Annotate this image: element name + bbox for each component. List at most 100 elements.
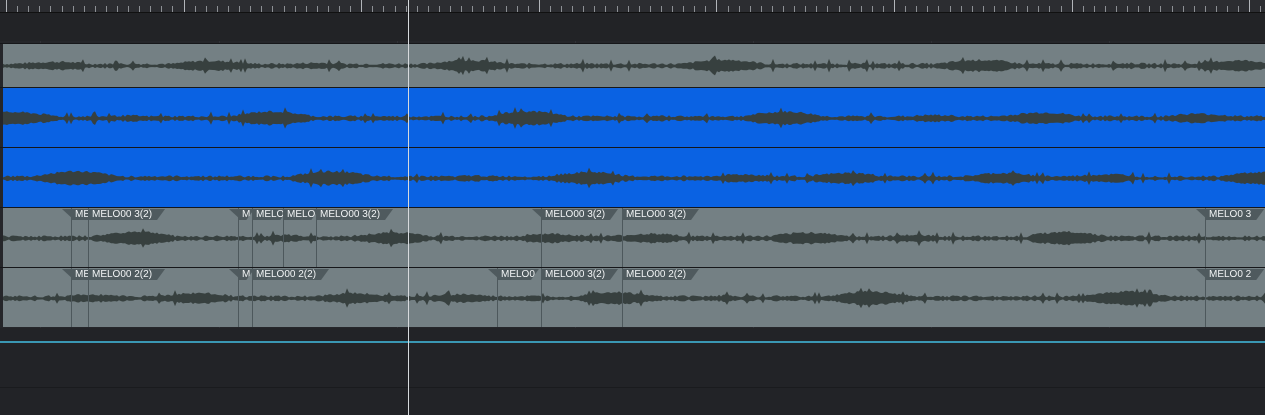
ruler-tick xyxy=(1005,6,1006,12)
ruler-tick xyxy=(761,6,762,12)
ruler-tick xyxy=(428,6,429,12)
ruler-tick xyxy=(450,6,451,12)
ruler-tick xyxy=(983,6,984,12)
ruler-tick xyxy=(84,6,85,12)
ruler-tick xyxy=(739,6,740,12)
ruler-tick xyxy=(172,6,173,12)
ruler-tick xyxy=(62,6,63,12)
ruler-tick xyxy=(317,6,318,12)
event-label[interactable]: MELO00 3(2) xyxy=(541,209,618,220)
ruler-tick xyxy=(239,6,240,12)
event-label[interactable]: MELO00 2(2) xyxy=(252,269,329,280)
ruler-tick xyxy=(1194,6,1195,12)
ruler-tick xyxy=(1149,6,1150,12)
ruler-tick xyxy=(628,6,629,12)
ruler-tick xyxy=(483,6,484,12)
automation-line[interactable] xyxy=(0,341,1265,343)
ruler-tick xyxy=(506,6,507,12)
ruler-tick xyxy=(17,6,18,12)
event-label[interactable]: MELO00 3(2) xyxy=(541,269,618,280)
ruler-tick xyxy=(1183,6,1184,12)
ruler-tick xyxy=(1260,6,1261,12)
waveform xyxy=(3,167,1265,189)
ruler-tick xyxy=(1061,6,1062,12)
ruler-tick xyxy=(417,6,418,12)
ruler-tick xyxy=(339,6,340,12)
ruler-tick xyxy=(272,6,273,12)
ruler-tick xyxy=(1249,0,1250,12)
ruler-tick xyxy=(750,6,751,12)
track-lane-1[interactable] xyxy=(0,43,1265,87)
ruler-tick xyxy=(217,6,218,12)
ruler-tick xyxy=(228,6,229,12)
marker-lane[interactable] xyxy=(0,13,1265,41)
ruler-tick xyxy=(839,6,840,12)
event-label[interactable]: MELO00 3(2) xyxy=(622,209,699,220)
ruler-tick xyxy=(528,6,529,12)
audio-event-selected[interactable] xyxy=(3,148,1265,207)
ruler-tick xyxy=(1027,6,1028,12)
ruler-tick xyxy=(816,6,817,12)
ruler-tick xyxy=(594,6,595,12)
track-lane-4[interactable]: ME MELO00 3(2) M MELO MELO MELO00 3(2) M… xyxy=(0,207,1265,267)
event-label[interactable]: MELO0 3 xyxy=(1205,209,1264,220)
ruler-tick xyxy=(1138,6,1139,12)
ruler-tick xyxy=(672,6,673,12)
ruler-tick xyxy=(894,0,895,12)
ruler-tick xyxy=(206,6,207,12)
ruler-tick xyxy=(783,6,784,12)
arrange-view[interactable]: ME MELO00 3(2) M MELO MELO MELO00 3(2) M… xyxy=(0,0,1265,415)
ruler-tick xyxy=(683,6,684,12)
ruler-tick xyxy=(950,6,951,12)
ruler-tick xyxy=(95,6,96,12)
ruler-tick xyxy=(1205,6,1206,12)
ruler-tick xyxy=(1160,6,1161,12)
ruler-tick xyxy=(961,6,962,12)
ruler-tick xyxy=(250,6,251,12)
ruler-tick xyxy=(139,6,140,12)
ruler-tick xyxy=(406,6,407,12)
ruler-tick xyxy=(1172,6,1173,12)
ruler-tick xyxy=(1227,6,1228,12)
track-lane-3[interactable] xyxy=(0,147,1265,207)
ruler-tick xyxy=(73,6,74,12)
ruler-tick xyxy=(605,6,606,12)
ruler-tick xyxy=(395,6,396,12)
ruler-tick xyxy=(694,6,695,12)
ruler-tick xyxy=(461,6,462,12)
ruler-tick xyxy=(861,6,862,12)
ruler-tick xyxy=(572,6,573,12)
ruler-tick xyxy=(1127,6,1128,12)
ruler-tick xyxy=(827,6,828,12)
event-label[interactable]: MELO00 3(2) xyxy=(88,209,165,220)
ruler-tick xyxy=(728,6,729,12)
waveform-shape xyxy=(3,287,1265,309)
ruler-tick xyxy=(261,6,262,12)
ruler-tick xyxy=(128,6,129,12)
ruler-tick xyxy=(927,6,928,12)
event-label[interactable]: MELO00 2(2) xyxy=(622,269,699,280)
track-lane-2[interactable] xyxy=(0,87,1265,147)
ruler-tick xyxy=(661,6,662,12)
ruler-tick xyxy=(994,6,995,12)
ruler-tick xyxy=(916,6,917,12)
ruler-tick xyxy=(39,6,40,12)
event-label[interactable]: MELO0 2 xyxy=(1205,269,1264,280)
audio-event[interactable] xyxy=(3,44,1265,87)
ruler-tick xyxy=(383,6,384,12)
ruler-tick xyxy=(161,6,162,12)
ruler-tick xyxy=(306,6,307,12)
ruler-tick xyxy=(772,6,773,12)
ruler-tick xyxy=(972,6,973,12)
ruler-tick xyxy=(517,6,518,12)
event-label[interactable]: MELO00 3(2) xyxy=(316,209,393,220)
ruler-tick xyxy=(1016,6,1017,12)
timeline-ruler[interactable] xyxy=(0,0,1265,13)
ruler-tick xyxy=(1083,6,1084,12)
ruler-tick xyxy=(805,6,806,12)
playhead-cursor[interactable] xyxy=(408,0,409,415)
track-lane-5[interactable]: ME MELO00 2(2) M MELO00 2(2) MELO0 MELO0… xyxy=(0,267,1265,327)
ruler-tick xyxy=(794,6,795,12)
event-label[interactable]: MELO00 2(2) xyxy=(88,269,165,280)
audio-event-selected[interactable] xyxy=(3,88,1265,147)
